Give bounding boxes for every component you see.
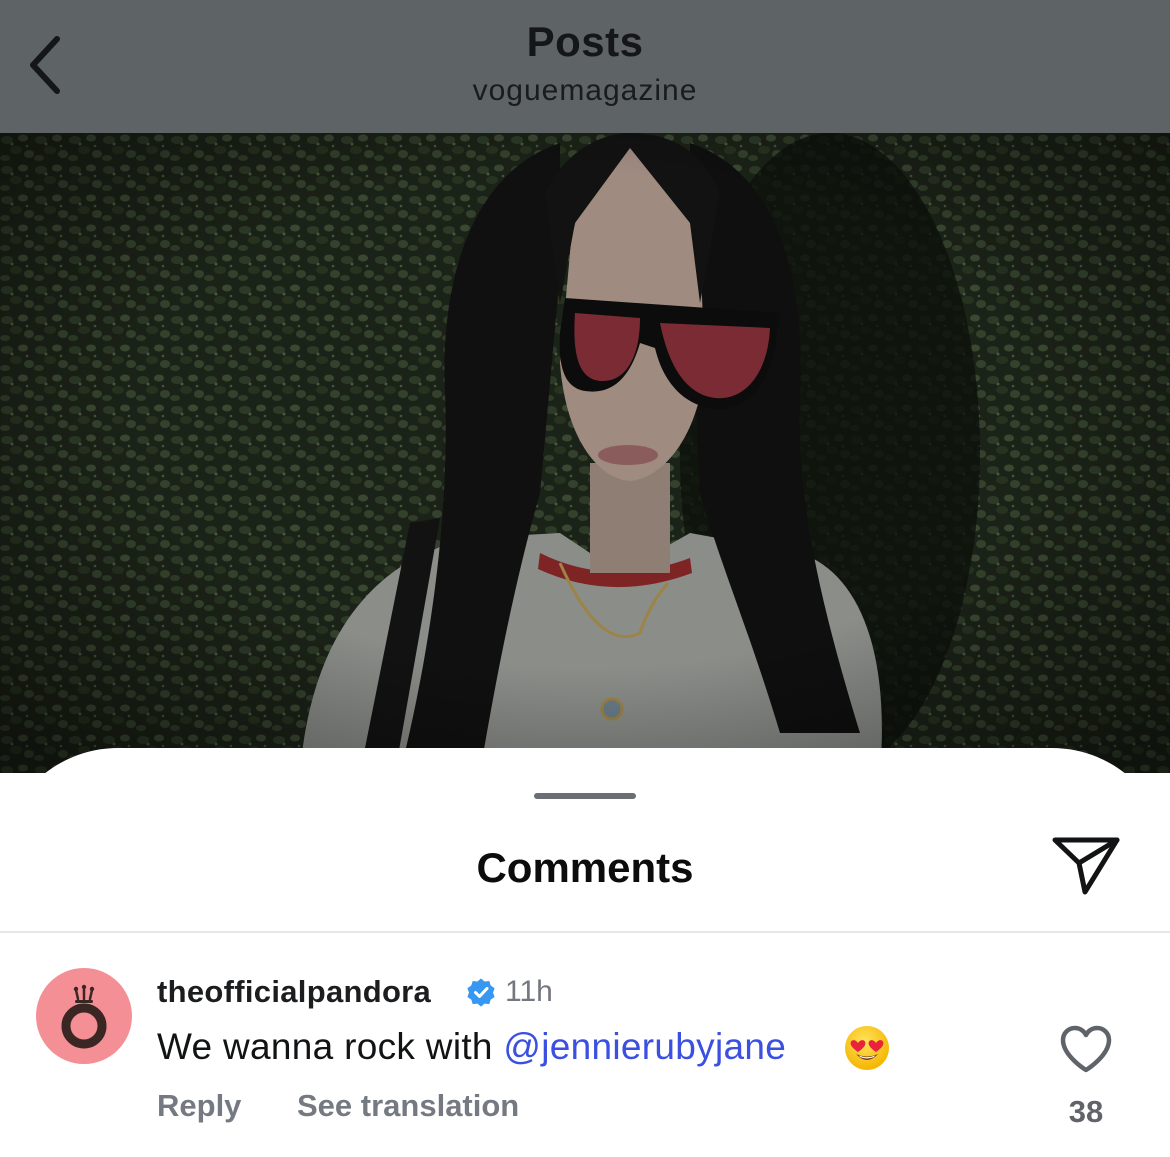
comment-body: We wanna rock with [157, 1026, 504, 1067]
like-count: 38 [1068, 1094, 1104, 1129]
comment-timestamp: 11h [505, 975, 553, 1008]
post-photo[interactable] [0, 133, 1170, 773]
top-navigation-bar: Posts voguemagazine [0, 0, 1170, 133]
divider [0, 931, 1170, 933]
sheet-drag-handle[interactable] [534, 793, 636, 799]
comment-text: We wanna rock with @jennierubyjane [157, 1026, 786, 1068]
heart-icon[interactable] [1059, 1024, 1113, 1074]
screen: Posts voguemagazine Comments theofficial… [0, 0, 1170, 1157]
verified-badge-icon [467, 978, 495, 1007]
see-translation-button[interactable]: See translation [297, 1088, 519, 1124]
mention-link[interactable]: @jennierubyjane [503, 1026, 786, 1067]
share-button[interactable] [1048, 831, 1124, 899]
account-name[interactable]: voguemagazine [0, 74, 1170, 108]
pandora-logo-icon [61, 984, 107, 1049]
comment-username[interactable]: theofficialpandora [157, 974, 431, 1010]
page-title: Posts [526, 18, 644, 65]
post-image [0, 133, 1170, 773]
heart-eyes-emoji-icon [845, 1026, 889, 1070]
avatar[interactable] [36, 968, 132, 1064]
comments-title: Comments [476, 844, 694, 891]
paper-plane-icon [1052, 837, 1120, 895]
reply-button[interactable]: Reply [157, 1088, 241, 1124]
comments-sheet: Comments theofficialpandora 11h We wanna… [0, 748, 1170, 1157]
